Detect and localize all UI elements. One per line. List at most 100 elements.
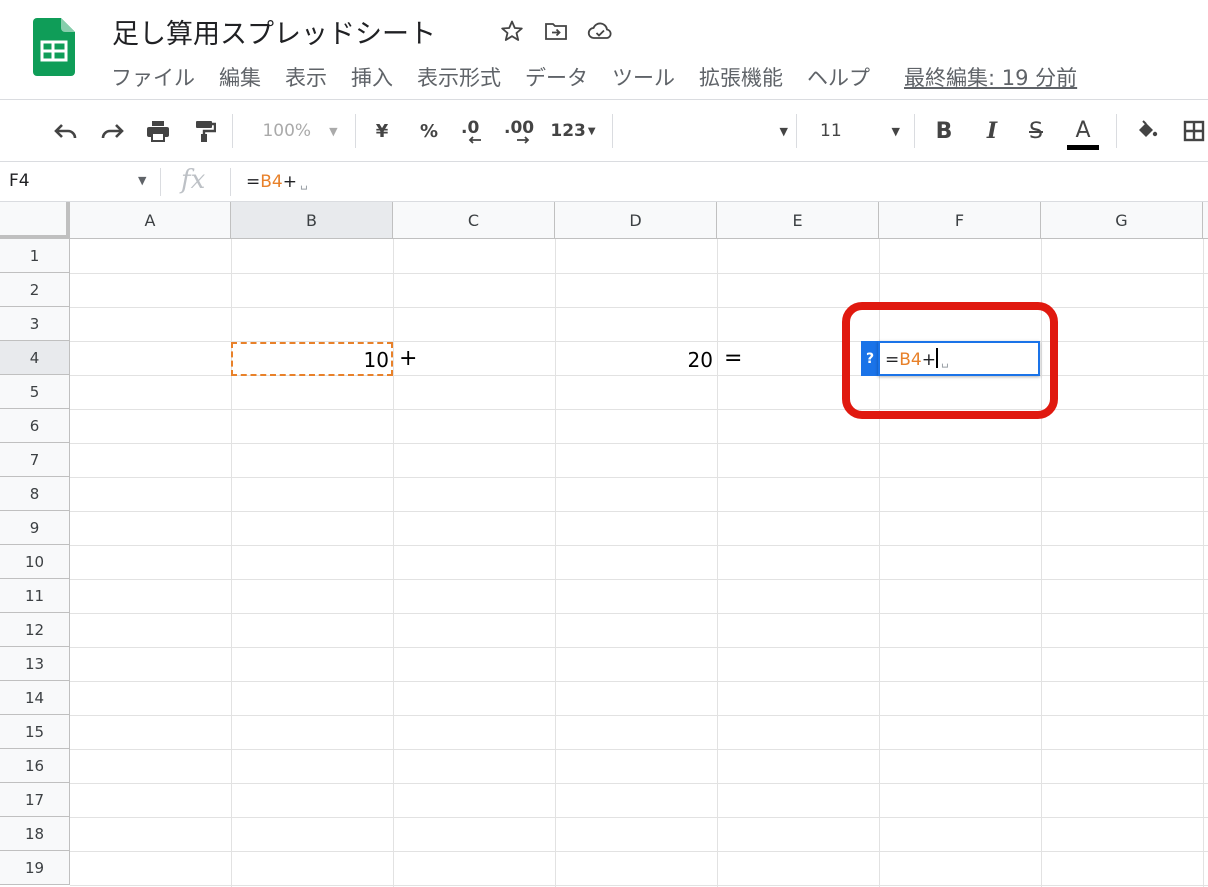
grid-line	[70, 579, 1208, 580]
column-header-e[interactable]: E	[717, 202, 879, 239]
menu-edit[interactable]: 編集	[219, 62, 261, 92]
increase-decimal-button[interactable]: .00	[500, 116, 540, 146]
toolbar-divider	[612, 114, 613, 148]
redo-icon[interactable]	[96, 116, 128, 146]
sheet-grid[interactable]: A B C D E F G 1 2 3 4 5 6 7 8 9 10 11 12…	[0, 202, 1208, 887]
decrease-decimal-label: .0	[461, 118, 480, 138]
column-header-c[interactable]: C	[393, 202, 555, 239]
chevron-down-icon: ▼	[779, 124, 788, 138]
grid-line	[70, 545, 1208, 546]
chevron-down-icon[interactable]: ▼	[138, 174, 146, 187]
percent-format-button[interactable]: %	[416, 116, 442, 146]
italic-button[interactable]: I	[978, 116, 1006, 146]
menu-help[interactable]: ヘルプ	[807, 62, 870, 92]
grid-line	[70, 443, 1208, 444]
grid-line	[70, 885, 1208, 886]
decrease-decimal-button[interactable]: .0	[456, 116, 488, 146]
text-color-label: A	[1075, 117, 1091, 143]
cell-c4[interactable]: +	[399, 346, 417, 371]
zoom-select[interactable]: 100% ▼	[256, 116, 344, 146]
menu-data[interactable]: データ	[525, 62, 588, 92]
cell-e4[interactable]: =	[724, 346, 742, 371]
formula-suffix: +	[282, 172, 297, 192]
row-header-16[interactable]: 16	[0, 749, 70, 783]
formula-input[interactable]: =B4+ ␣	[246, 172, 308, 192]
row-header-3[interactable]: 3	[0, 307, 70, 341]
last-edit-link[interactable]: 最終編集: 19 分前	[904, 62, 1077, 92]
select-all-corner[interactable]	[0, 202, 70, 239]
chevron-down-icon: ▼	[329, 124, 338, 138]
column-header-d[interactable]: D	[555, 202, 717, 239]
row-header-9[interactable]: 9	[0, 511, 70, 545]
grid-line	[70, 851, 1208, 852]
menu-bar: ファイル 編集 表示 挿入 表示形式 データ ツール 拡張機能 ヘルプ 最終編集…	[111, 62, 1101, 92]
row-header-2[interactable]: 2	[0, 273, 70, 307]
divider	[160, 168, 161, 196]
name-box[interactable]: F4	[9, 171, 30, 191]
row-header-11[interactable]: 11	[0, 579, 70, 613]
print-icon[interactable]	[142, 116, 174, 146]
column-header-f[interactable]: F	[879, 202, 1041, 239]
menu-format[interactable]: 表示形式	[417, 62, 501, 92]
text-color-button[interactable]: A	[1066, 116, 1100, 152]
font-size-select[interactable]: 11 ▼	[806, 116, 906, 146]
column-header-a[interactable]: A	[70, 202, 231, 239]
divider	[230, 168, 231, 196]
cloud-status-icon[interactable]	[586, 17, 614, 45]
toolbar-divider	[914, 114, 915, 148]
fx-icon: fx	[181, 165, 206, 195]
row-header-1[interactable]: 1	[0, 239, 70, 273]
row-header-14[interactable]: 14	[0, 681, 70, 715]
row-header-13[interactable]: 13	[0, 647, 70, 681]
chevron-down-icon: ▼	[587, 125, 596, 137]
row-header-17[interactable]: 17	[0, 783, 70, 817]
grid-line	[231, 239, 232, 887]
fill-color-icon[interactable]	[1132, 116, 1162, 146]
grid-line	[70, 749, 1208, 750]
row-header-12[interactable]: 12	[0, 613, 70, 647]
column-header-b[interactable]: B	[231, 202, 393, 239]
column-header-g[interactable]: G	[1041, 202, 1203, 239]
zoom-value: 100%	[262, 121, 312, 141]
space-mark: ␣	[299, 176, 308, 190]
toolbar-divider	[1116, 114, 1117, 148]
formula-ref: B4	[260, 172, 283, 192]
column-header-h[interactable]	[1203, 202, 1208, 239]
currency-format-button[interactable]: ¥	[370, 116, 394, 146]
cell-d4[interactable]: 20	[555, 348, 713, 372]
menu-view[interactable]: 表示	[285, 62, 327, 92]
move-to-folder-icon[interactable]	[542, 17, 570, 45]
row-header-8[interactable]: 8	[0, 477, 70, 511]
grid-line	[70, 477, 1208, 478]
more-formats-button[interactable]: 123 ▼	[548, 116, 598, 146]
toolbar-divider	[796, 114, 797, 148]
row-header-6[interactable]: 6	[0, 409, 70, 443]
increase-decimal-label: .00	[504, 118, 535, 138]
undo-icon[interactable]	[50, 116, 82, 146]
star-icon[interactable]	[498, 17, 526, 45]
bold-button[interactable]: B	[930, 116, 958, 146]
row-header-4[interactable]: 4	[0, 341, 70, 375]
formula-bar: F4 ▼ fx =B4+ ␣	[0, 162, 1208, 202]
menu-tools[interactable]: ツール	[612, 62, 675, 92]
font-family-select[interactable]: ▼	[620, 116, 788, 146]
menu-extensions[interactable]: 拡張機能	[699, 62, 783, 92]
paint-format-icon[interactable]	[190, 116, 220, 146]
strikethrough-button[interactable]: S	[1022, 116, 1050, 146]
text-color-swatch	[1067, 144, 1099, 150]
row-header-5[interactable]: 5	[0, 375, 70, 409]
row-header-10[interactable]: 10	[0, 545, 70, 579]
menu-insert[interactable]: 挿入	[351, 62, 393, 92]
row-header-7[interactable]: 7	[0, 443, 70, 477]
sheets-logo-icon[interactable]	[33, 18, 75, 76]
document-title[interactable]: 足し算用スプレッドシート	[112, 12, 436, 51]
borders-icon[interactable]	[1180, 116, 1208, 146]
row-header-15[interactable]: 15	[0, 715, 70, 749]
grid-line	[70, 273, 1208, 274]
grid-line	[717, 239, 718, 887]
grid-line	[555, 239, 556, 887]
menu-file[interactable]: ファイル	[111, 62, 195, 92]
row-header-18[interactable]: 18	[0, 817, 70, 851]
row-header-19[interactable]: 19	[0, 851, 70, 885]
top-bar: 足し算用スプレッドシート ファイル 編集 表示 挿入 表示形式 データ ツール …	[0, 0, 1208, 100]
